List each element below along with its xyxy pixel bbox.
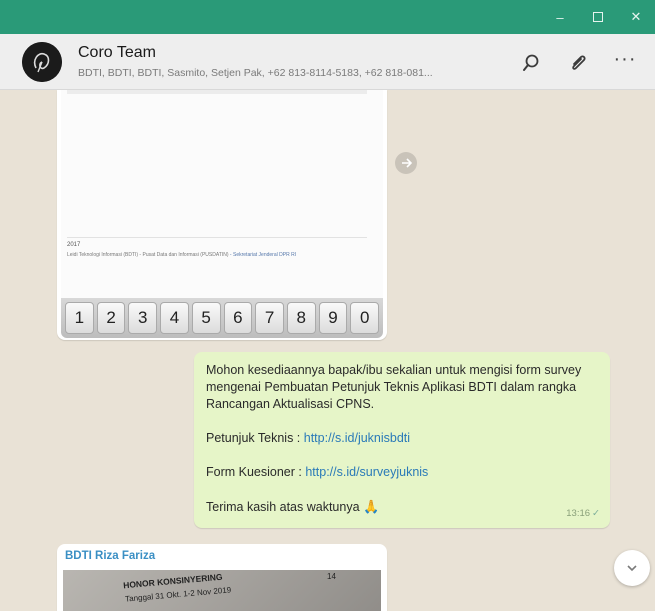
keypad-image: 1 2 3 4 5 6 7 8 9 0: [61, 298, 383, 338]
form-line: Form Kuesioner : http://s.id/surveyjukni…: [206, 464, 598, 481]
image-preview[interactable]: 2017 Leidi Teknologi Informasi (BDTI) - …: [61, 90, 383, 298]
outgoing-message[interactable]: Mohon kesediaannya bapak/ibu sekalian un…: [194, 352, 610, 528]
key: 9: [318, 302, 348, 334]
scroll-down-button[interactable]: [614, 550, 650, 586]
time-text: 13:16: [566, 508, 591, 519]
pray-emoji-icon: 🙏: [363, 499, 380, 514]
doc-footer: Leidi Teknologi Informasi (BDTI) - Pusat…: [67, 252, 296, 258]
forward-icon[interactable]: [395, 152, 417, 174]
minimize-button[interactable]: –: [540, 0, 580, 34]
key: 1: [65, 302, 94, 334]
form-label: Form Kuesioner :: [206, 465, 306, 479]
more-icon[interactable]: ···: [612, 46, 638, 72]
search-icon[interactable]: [518, 50, 544, 76]
thanks-text: Terima kasih atas waktunya: [206, 500, 360, 514]
image-message[interactable]: 2017 Leidi Teknologi Informasi (BDTI) - …: [57, 90, 387, 340]
chat-area[interactable]: 2017 Leidi Teknologi Informasi (BDTI) - …: [0, 90, 655, 611]
thanks-line: Terima kasih atas waktunya 🙏: [206, 498, 598, 516]
sender-name[interactable]: BDTI Riza Fariza: [65, 550, 379, 562]
chevron-down-icon: [627, 565, 637, 572]
key: 5: [191, 302, 221, 334]
juknis-label: Petunjuk Teknis :: [206, 431, 304, 445]
form-link[interactable]: http://s.id/surveyjuknis: [305, 465, 428, 479]
window-titlebar: – ✕: [0, 0, 655, 34]
key: 0: [350, 302, 380, 334]
key: 2: [96, 302, 126, 334]
close-button[interactable]: ✕: [616, 0, 655, 34]
key: 6: [223, 302, 253, 334]
chat-title[interactable]: Coro Team: [78, 44, 156, 62]
photo-preview[interactable]: HONOR KONSINYERING Tanggal 31 Okt. 1-2 N…: [63, 570, 381, 611]
incoming-message[interactable]: BDTI Riza Fariza HONOR KONSINYERING Tang…: [57, 544, 387, 611]
group-avatar[interactable]: [22, 42, 62, 82]
key: 7: [255, 302, 284, 334]
key: 8: [286, 302, 316, 334]
juknis-line: Petunjuk Teknis : http://s.id/juknisbdti: [206, 430, 598, 447]
message-time: 13:16 ✓: [566, 505, 600, 522]
doc-header-strip: [67, 90, 367, 94]
paperclip-icon[interactable]: [566, 50, 592, 76]
key: 4: [160, 302, 189, 334]
doc-footer-link: - Sekretariat Jenderal DPR RI: [228, 252, 297, 258]
chat-participants[interactable]: BDTI, BDTI, BDTI, Sasmito, Setjen Pak, +…: [78, 67, 498, 79]
doc-year: 2017: [67, 242, 81, 248]
doc-divider: [67, 237, 367, 238]
doc-footer-text: Leidi Teknologi Informasi (BDTI) - Pusat…: [67, 252, 229, 258]
sent-check-icon: ✓: [592, 508, 600, 519]
juknis-link[interactable]: http://s.id/juknisbdti: [304, 431, 410, 445]
maximize-icon: [593, 12, 603, 22]
message-text: Mohon kesediaannya bapak/ibu sekalian un…: [206, 363, 582, 411]
photo-number: 14: [327, 572, 336, 581]
key: 3: [128, 302, 158, 334]
maximize-button[interactable]: [578, 0, 618, 34]
chat-header: Coro Team BDTI, BDTI, BDTI, Sasmito, Set…: [0, 34, 655, 90]
